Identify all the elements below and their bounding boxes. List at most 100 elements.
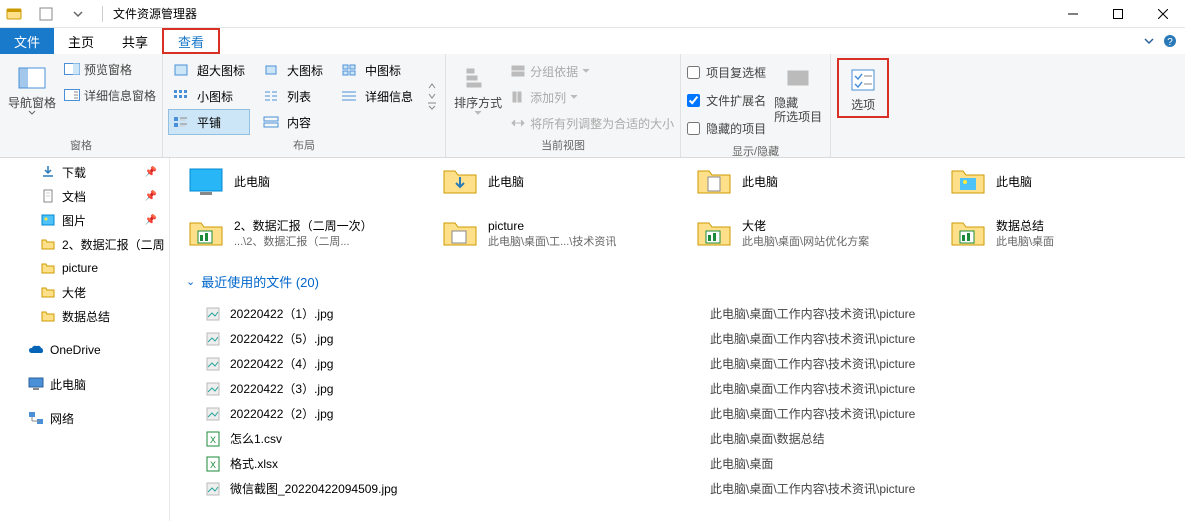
- folder-tile[interactable]: 大佬此电脑\桌面\网站优化方案: [694, 214, 912, 254]
- file-name: 20220422（3）.jpg: [230, 380, 710, 397]
- recent-file-row[interactable]: 微信截图_20220422094509.jpg此电脑\桌面\工作内容\技术资讯\…: [186, 476, 1177, 501]
- file-path: 此电脑\桌面\工作内容\技术资讯\picture: [710, 380, 915, 397]
- pictures-folder-icon: [948, 162, 988, 202]
- add-columns-button[interactable]: 添加列: [510, 86, 674, 108]
- nav-pane-icon: [16, 62, 48, 94]
- quick-tile-documents[interactable]: 此电脑: [694, 162, 912, 202]
- recent-file-row[interactable]: 20220422（3）.jpg此电脑\桌面\工作内容\技术资讯\picture: [186, 376, 1177, 401]
- window-title: 文件资源管理器: [109, 5, 201, 22]
- file-name: 格式.xlsx: [230, 455, 710, 472]
- nav-data-summary-folder[interactable]: 数据总结: [0, 304, 169, 328]
- fit-columns-button[interactable]: 将所有列调整为合适的大小: [510, 112, 674, 134]
- tab-home[interactable]: 主页: [54, 28, 108, 54]
- file-name: 20220422（5）.jpg: [230, 330, 710, 347]
- maximize-button[interactable]: [1095, 0, 1140, 28]
- nav-this-pc[interactable]: 此电脑: [0, 372, 169, 396]
- options-button[interactable]: 选项: [837, 58, 889, 118]
- folder-icon: [694, 214, 734, 254]
- layout-scroll-down[interactable]: [427, 92, 439, 100]
- folder-icon: [40, 236, 56, 252]
- layout-list[interactable]: 列表: [259, 84, 327, 108]
- main-listing[interactable]: 此电脑 此电脑 此电脑 此电脑 2、数据汇报（二周一次）...\2、数据汇报（二…: [170, 158, 1185, 521]
- layout-content[interactable]: 内容: [259, 110, 327, 134]
- navigation-pane[interactable]: 下载📌 文档📌 图片📌 2、数据汇报（二周 picture 大佬 数据总结 On…: [0, 158, 170, 521]
- file-path: 此电脑\桌面\工作内容\技术资讯\picture: [710, 330, 915, 347]
- ribbon-group-options: 选项: [831, 54, 895, 157]
- sort-by-button[interactable]: 排序方式: [452, 58, 504, 120]
- details-pane-button[interactable]: 详细信息窗格: [64, 84, 156, 106]
- nav-downloads[interactable]: 下载📌: [0, 160, 169, 184]
- sort-icon: [462, 62, 494, 94]
- nav-report-folder[interactable]: 2、数据汇报（二周: [0, 232, 169, 256]
- recent-file-row[interactable]: X怎么1.csv此电脑\桌面\数据总结: [186, 426, 1177, 451]
- documents-icon: [40, 188, 56, 204]
- folder-tile[interactable]: 2、数据汇报（二周一次）...\2、数据汇报（二周...: [186, 214, 404, 254]
- nav-documents[interactable]: 文档📌: [0, 184, 169, 208]
- folder-icon: [40, 260, 56, 276]
- pin-icon: 📌: [145, 215, 157, 226]
- recent-file-row[interactable]: 20220422（1）.jpg此电脑\桌面\工作内容\技术资讯\picture: [186, 301, 1177, 326]
- file-name: 怎么1.csv: [230, 430, 710, 447]
- file-icon: [204, 305, 222, 323]
- layout-scroll-up[interactable]: [427, 82, 439, 90]
- folder-tile[interactable]: picture此电脑\桌面\工...\技术资讯: [440, 214, 658, 254]
- folder-tile[interactable]: 数据总结此电脑\桌面: [948, 214, 1166, 254]
- quick-tile-pictures[interactable]: 此电脑: [948, 162, 1166, 202]
- file-icon: X: [204, 455, 222, 473]
- nav-picture-folder[interactable]: picture: [0, 256, 169, 280]
- file-icon: [204, 355, 222, 373]
- preview-pane-icon: [64, 61, 80, 77]
- collapse-ribbon-icon[interactable]: [1143, 35, 1155, 47]
- qat-check-icon[interactable]: [36, 4, 56, 24]
- quick-tile-desktop[interactable]: 此电脑: [186, 162, 404, 202]
- nav-pictures[interactable]: 图片📌: [0, 208, 169, 232]
- preview-pane-button[interactable]: 预览窗格: [64, 58, 156, 80]
- layout-expand[interactable]: [427, 102, 439, 110]
- nav-pane-button[interactable]: 导航窗格: [6, 58, 58, 120]
- file-path: 此电脑\桌面: [710, 455, 773, 472]
- tab-file[interactable]: 文件: [0, 28, 54, 54]
- quick-tile-downloads[interactable]: 此电脑: [440, 162, 658, 202]
- layout-tiles[interactable]: 平铺: [169, 110, 249, 134]
- layout-m-icons[interactable]: 中图标: [337, 58, 417, 82]
- tab-view[interactable]: 查看: [162, 28, 220, 54]
- documents-folder-icon: [694, 162, 734, 202]
- recent-files-list: 20220422（1）.jpg此电脑\桌面\工作内容\技术资讯\picture2…: [186, 301, 1177, 501]
- layout-xl-icons[interactable]: 超大图标: [169, 58, 249, 82]
- file-icon: [204, 480, 222, 498]
- file-extensions-toggle[interactable]: 文件扩展名: [687, 88, 766, 112]
- nav-dalao-folder[interactable]: 大佬: [0, 280, 169, 304]
- svg-text:X: X: [210, 435, 216, 445]
- ribbon-tabs: 文件 主页 共享 查看 ?: [0, 28, 1185, 54]
- close-button[interactable]: [1140, 0, 1185, 28]
- network-icon: [28, 410, 44, 426]
- file-icon: X: [204, 430, 222, 448]
- hidden-items-toggle[interactable]: 隐藏的项目: [687, 116, 766, 140]
- tab-share[interactable]: 共享: [108, 28, 162, 54]
- item-checkboxes-toggle[interactable]: 项目复选框: [687, 60, 766, 84]
- layout-details[interactable]: 详细信息: [337, 84, 417, 108]
- ribbon-group-panes: 导航窗格 预览窗格 详细信息窗格 窗格: [0, 54, 163, 157]
- file-icon: [204, 330, 222, 348]
- recent-files-header[interactable]: ⌄ 最近使用的文件 (20): [186, 272, 1177, 291]
- ribbon-group-layout: 超大图标 大图标 中图标 小图标 列表 详细信息 平铺 内容 布局: [163, 54, 446, 157]
- recent-file-row[interactable]: 20220422（2）.jpg此电脑\桌面\工作内容\技术资讯\picture: [186, 401, 1177, 426]
- file-name: 微信截图_20220422094509.jpg: [230, 480, 710, 497]
- recent-file-row[interactable]: X 格式.xlsx此电脑\桌面: [186, 451, 1177, 476]
- folder-icon: [40, 284, 56, 300]
- onedrive-icon: [28, 342, 44, 358]
- ribbon: 导航窗格 预览窗格 详细信息窗格 窗格 超大图标 大图标 中图标: [0, 54, 1185, 158]
- recent-file-row[interactable]: 20220422（5）.jpg此电脑\桌面\工作内容\技术资讯\picture: [186, 326, 1177, 351]
- qat-dropdown-icon[interactable]: [68, 4, 88, 24]
- recent-file-row[interactable]: 20220422（4）.jpg此电脑\桌面\工作内容\技术资讯\picture: [186, 351, 1177, 376]
- layout-l-icons[interactable]: 大图标: [259, 58, 327, 82]
- nav-network[interactable]: 网络: [0, 406, 169, 430]
- hide-icon: [782, 62, 814, 94]
- layout-s-icons[interactable]: 小图标: [169, 84, 249, 108]
- minimize-button[interactable]: [1050, 0, 1095, 28]
- options-icon: [847, 64, 879, 96]
- nav-onedrive[interactable]: OneDrive: [0, 338, 169, 362]
- hide-selected-button[interactable]: 隐藏所选项目: [772, 58, 824, 129]
- group-by-button[interactable]: 分组依据: [510, 60, 674, 82]
- help-icon[interactable]: ?: [1163, 34, 1177, 48]
